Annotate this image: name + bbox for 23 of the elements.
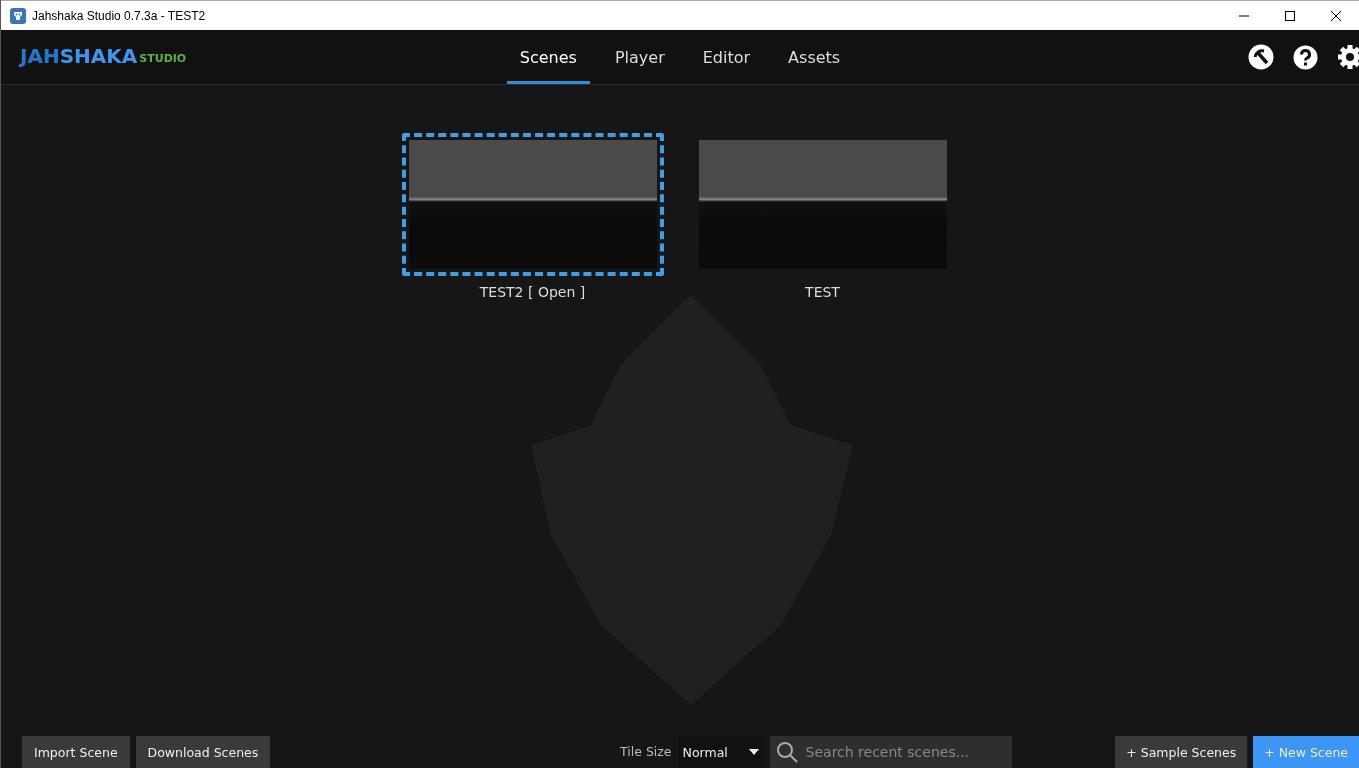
caret-icon [748, 749, 759, 755]
window-title: Jahshaka Studio 0.7.3a - TEST2 [32, 8, 206, 23]
logo-subtitle: STUDIO [139, 52, 187, 65]
close-icon [1331, 10, 1341, 21]
pickaxe-icon[interactable] [1248, 44, 1274, 70]
settings-icon[interactable] [1337, 44, 1359, 70]
nav-tab[interactable]: Assets [775, 30, 854, 84]
nav-tab[interactable]: Player [601, 30, 678, 84]
sample-scenes-button[interactable]: + Sample Scenes [1115, 736, 1248, 768]
footer-button[interactable]: Import Scene [22, 736, 130, 768]
tile-size-dropdown[interactable]: Normal [677, 736, 764, 768]
scene-label: TEST [805, 284, 840, 300]
nav-tab[interactable]: Scenes [506, 30, 590, 84]
help-icon[interactable] [1293, 44, 1318, 70]
scene-label: TEST2 [ Open ] [479, 284, 586, 300]
footer-button[interactable]: Download Scenes [135, 736, 271, 768]
logo-text: SHAKA [59, 44, 138, 68]
tile-size-label: Tile Size [620, 743, 672, 761]
nav-tab[interactable]: Editor [689, 30, 764, 84]
maximize-icon [1285, 10, 1295, 21]
logo-text: JAH [20, 44, 60, 68]
app-icon [10, 7, 26, 24]
search-field[interactable]: Search recent scenes... [769, 736, 1012, 768]
